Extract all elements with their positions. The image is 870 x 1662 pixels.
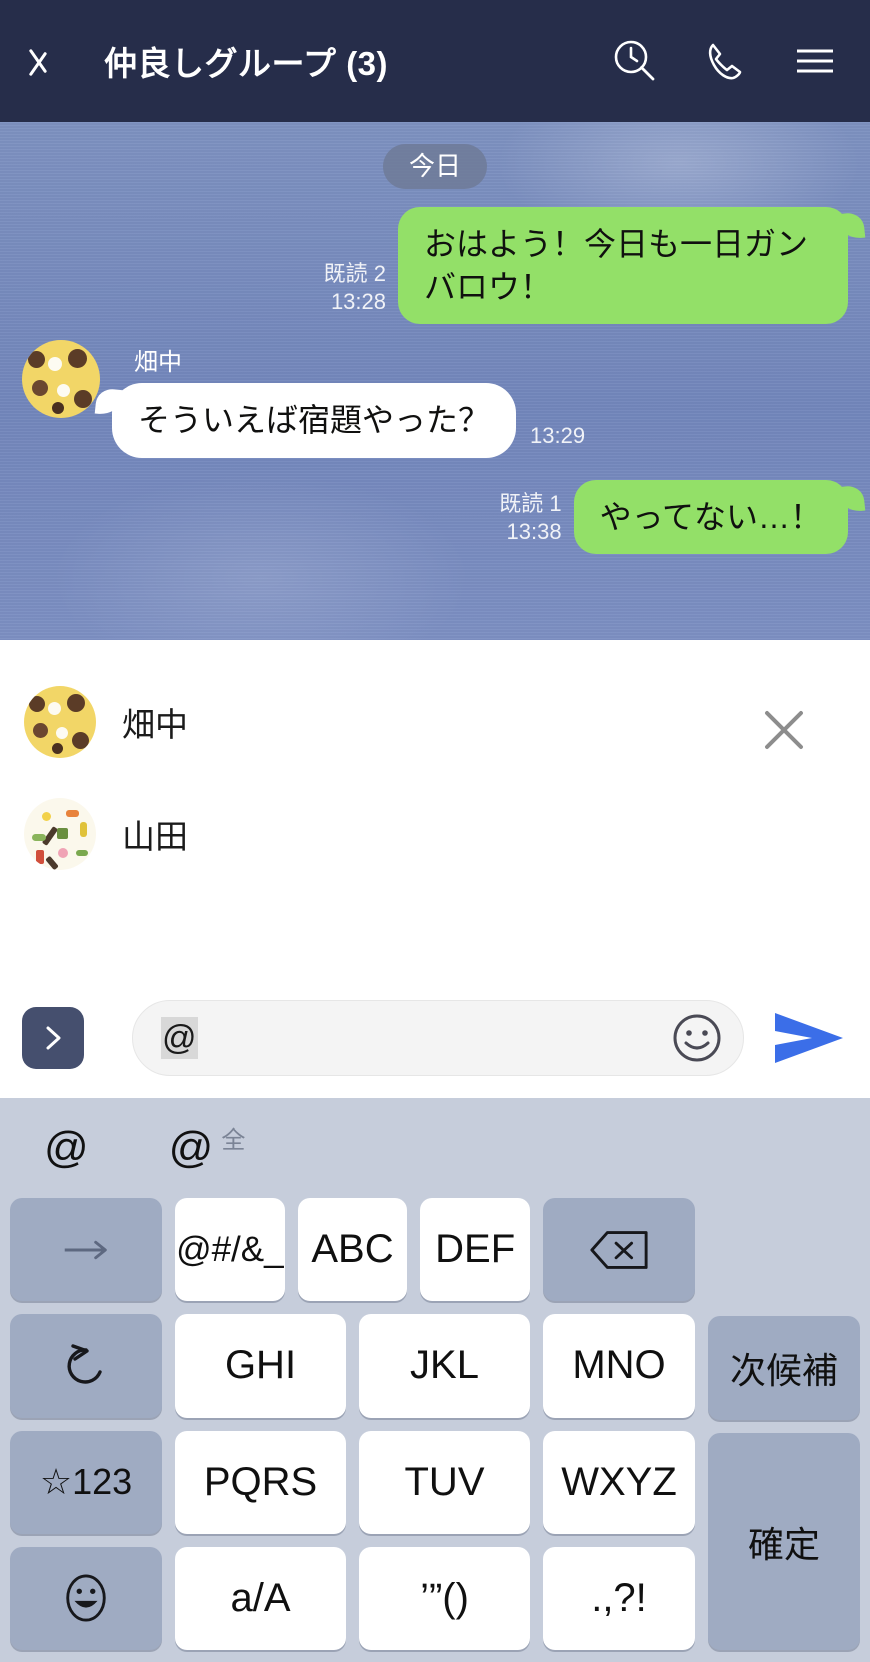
message-meta: 13:29 [530,422,585,450]
read-receipt: 既読 2 [323,260,386,286]
chat-app-screen: 仲良しグループ (3) 今日 既読 2 13:28 おはよう！今日も一日ガンバロ… [0,0,870,1662]
key-column-right: 次候補 確定 [708,1198,860,1650]
avatar[interactable] [22,340,100,419]
punctuation-key[interactable]: .,?! [543,1546,695,1650]
message-bubble[interactable]: やってない…！ [573,479,848,555]
candidate-glyph: @ [168,1123,214,1172]
confirm-key[interactable]: 確定 [708,1433,860,1650]
message-bubble[interactable]: おはよう！今日も一日ガンバロウ！ [398,207,848,325]
message-bubble[interactable]: そういえば宿題やった？ [112,383,517,458]
avatar [24,686,96,758]
date-separator: 今日 [22,144,848,190]
emoji-key[interactable] [10,1546,162,1650]
message-input-bar: @ [0,978,870,1098]
key-columns-main: @#/&_ ABC DEF GHI JKL MNO ☆123 PQRS TUV … [10,1198,696,1650]
mention-suggestion-panel: 畑中 山田 [0,640,870,978]
message-row-outgoing: 既読 1 13:38 やってない…！ [22,479,848,555]
date-badge: 今日 [382,144,487,190]
incoming-message-stack: 畑中 そういえば宿題やった？ 13:29 [112,340,585,458]
key-grid: @#/&_ ABC DEF GHI JKL MNO ☆123 PQRS TUV … [10,1198,860,1650]
page-title: 仲良しグループ (3) [104,45,389,82]
read-receipt: 既読 1 [499,491,562,517]
ghi-key[interactable]: GHI [175,1314,346,1418]
tuv-key[interactable]: TUV [359,1430,530,1534]
header-actions [610,36,840,86]
avatar [24,798,96,870]
menu-icon[interactable] [790,36,840,86]
symbols-numbers-key[interactable]: ☆123 [10,1430,162,1534]
message-time: 13:38 [506,519,562,545]
keyboard-row: a/A ’”() .,?! [10,1546,695,1650]
message-meta: 既読 1 13:38 [499,490,561,546]
message-input[interactable]: @ [132,1000,744,1076]
message-time: 13:28 [330,289,386,315]
backspace-key[interactable] [543,1198,696,1302]
chevron-right-icon[interactable] [22,1007,84,1069]
case-toggle-key[interactable]: a/A [175,1546,346,1650]
mention-token: @ [161,1017,198,1059]
candidate-label: 全 [221,1127,246,1154]
send-icon[interactable] [770,1007,848,1069]
mno-key[interactable]: MNO [543,1314,695,1418]
message-meta: 既読 2 13:28 [324,260,386,316]
candidate-item[interactable]: @ 全 [157,1126,258,1170]
symbol-key[interactable]: @#/&_ [175,1198,285,1302]
mention-name: 畑中 [122,706,188,743]
wxyz-key[interactable]: WXYZ [543,1430,695,1534]
message-time: 13:29 [530,422,586,448]
quotes-parens-key[interactable]: ’”() [359,1546,530,1650]
candidate-suggestion-bar: @ @ 全 [10,1098,860,1198]
message-row-outgoing: 既読 2 13:28 おはよう！今日も一日ガンバロウ！ [22,207,848,325]
def-key[interactable]: DEF [420,1198,531,1302]
chevron-left-icon[interactable] [34,34,76,88]
pqrs-key[interactable]: PQRS [175,1430,346,1534]
mention-name: 山田 [122,818,188,855]
search-history-icon[interactable] [610,36,660,86]
phone-icon[interactable] [700,36,750,86]
list-item[interactable]: 畑中 [0,666,870,778]
chat-header: 仲良しグループ (3) [0,0,870,122]
abc-key[interactable]: ABC [297,1198,408,1302]
jkl-key[interactable]: JKL [359,1314,530,1418]
incoming-bubble-line: そういえば宿題やった？ 13:29 [112,383,585,458]
keyboard-row: @#/&_ ABC DEF [10,1198,696,1302]
candidate-item[interactable]: @ [32,1126,109,1170]
virtual-keyboard: @ @ 全 @#/&_ ABC DEF GHI JKL MNO ☆123 PQR… [0,1098,870,1662]
candidate-glyph: @ [44,1123,89,1172]
next-candidate-key[interactable]: 次候補 [708,1315,860,1421]
sender-name: 畑中 [134,349,182,377]
message-input-value[interactable]: @ [161,1017,671,1059]
undo-key[interactable] [10,1314,162,1418]
cursor-right-key[interactable] [10,1198,162,1302]
close-icon[interactable] [756,702,812,758]
list-item[interactable]: 山田 [0,778,870,890]
keyboard-row: ☆123 PQRS TUV WXYZ [10,1430,695,1534]
smiley-icon[interactable] [671,1012,723,1064]
chat-message-list[interactable]: 今日 既読 2 13:28 おはよう！今日も一日ガンバロウ！ 畑中 そういえば宿… [0,122,870,640]
message-row-incoming: 畑中 そういえば宿題やった？ 13:29 [22,340,848,458]
keyboard-row: GHI JKL MNO [10,1314,695,1418]
